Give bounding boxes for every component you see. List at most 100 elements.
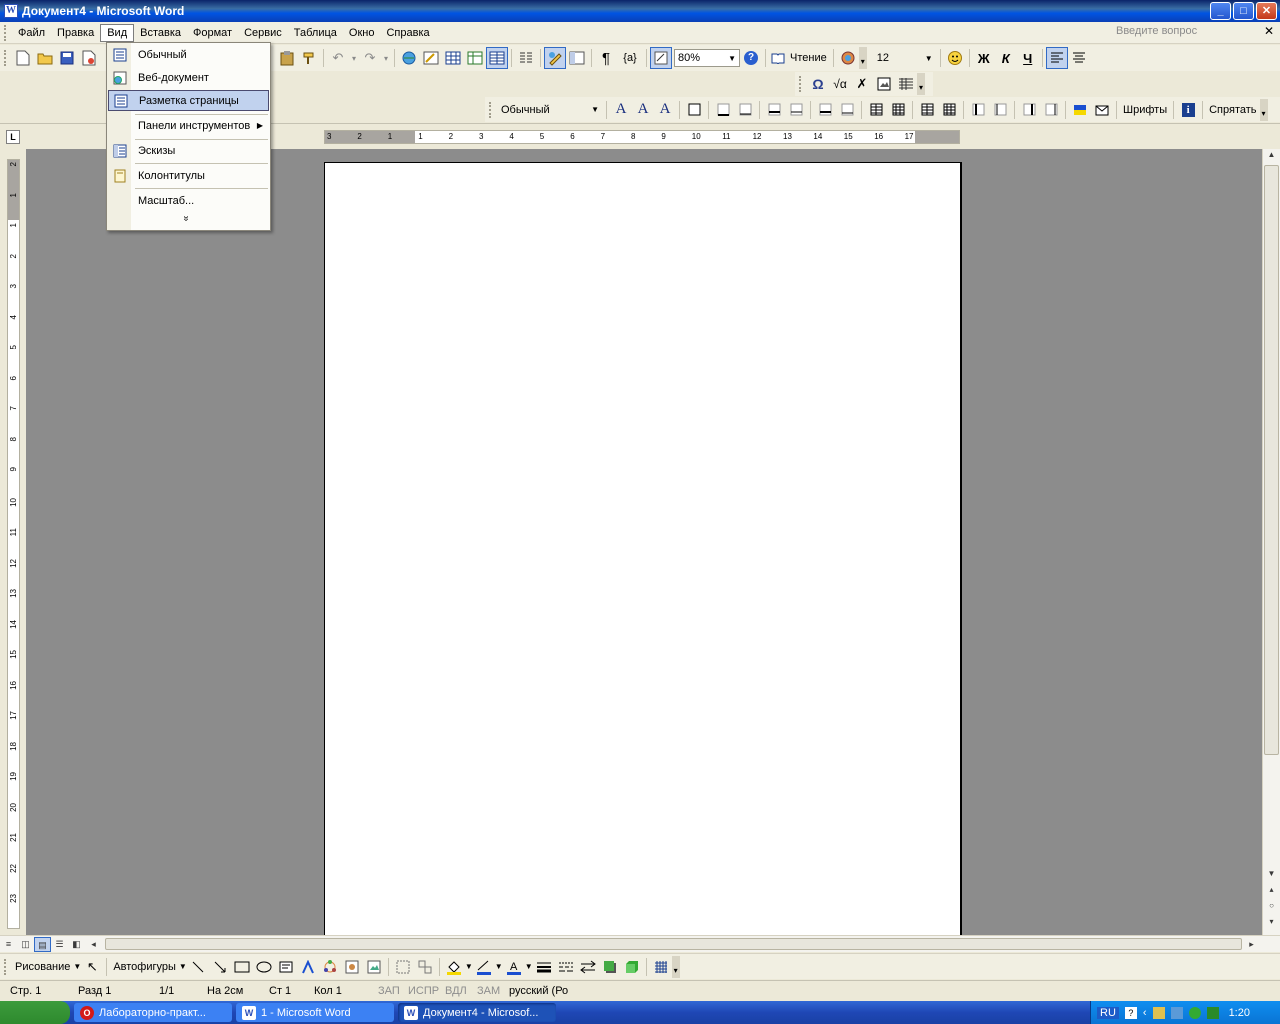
group-icon[interactable] (392, 956, 414, 978)
save-icon[interactable] (56, 47, 78, 69)
drawing-toggle-icon[interactable] (544, 47, 566, 69)
border-inside-h2-icon[interactable] (836, 99, 858, 121)
maximize-button[interactable]: □ (1233, 2, 1254, 20)
fill-color-icon[interactable] (443, 956, 465, 978)
ink-annotation-icon[interactable] (650, 47, 672, 69)
3d-style-icon[interactable] (621, 956, 643, 978)
insert-excel-icon[interactable] (464, 47, 486, 69)
envelope-icon[interactable] (1091, 99, 1113, 121)
insert-picture-icon[interactable] (363, 956, 385, 978)
paste-icon[interactable] (276, 47, 298, 69)
close-button[interactable]: ✕ (1256, 2, 1277, 20)
vertical-scroll-thumb[interactable] (1264, 165, 1279, 755)
close-document-icon[interactable]: ✕ (1264, 24, 1274, 38)
view-menu-item-thumbnails[interactable]: Эскизы (108, 140, 269, 161)
zoom-combo[interactable]: 80% ▼ (674, 49, 740, 67)
columns-layout-icon[interactable] (515, 47, 537, 69)
tab-selector-button[interactable]: L (6, 130, 20, 144)
align-left-icon[interactable] (1045, 47, 1068, 69)
scroll-down-icon[interactable]: ▼ (1265, 869, 1278, 882)
border-bottom-thin-icon[interactable] (734, 99, 756, 121)
border-bottom-icon[interactable] (712, 99, 734, 121)
drawing-menu-button[interactable]: Рисование (12, 961, 73, 973)
language-indicator[interactable]: RU (1097, 1006, 1119, 1019)
ask-question-input[interactable]: Введите вопрос (1116, 25, 1256, 41)
format-painter-icon[interactable] (298, 47, 320, 69)
text-box-icon[interactable] (275, 956, 297, 978)
dash-style-icon[interactable] (555, 956, 577, 978)
insert-table-icon[interactable] (442, 47, 464, 69)
line-style-icon[interactable] (533, 956, 555, 978)
scroll-right-icon[interactable]: ▸ (1243, 937, 1260, 952)
bold-button[interactable]: Ж (973, 47, 995, 69)
align-center-icon[interactable] (1068, 47, 1090, 69)
border-right-thin-icon[interactable] (1040, 99, 1062, 121)
minimize-button[interactable]: _ (1210, 2, 1231, 20)
autoshapes-menu-button[interactable]: Автофигуры (110, 961, 179, 973)
border-rows-icon[interactable] (916, 99, 938, 121)
view-menu-item-page-layout[interactable]: Разметка страницы (108, 90, 269, 111)
menu-insert[interactable]: Вставка (134, 25, 187, 41)
diagram-icon[interactable] (319, 956, 341, 978)
view-menu-item-normal[interactable]: Обычный (108, 44, 269, 65)
menu-edit[interactable]: Правка (51, 25, 100, 41)
network-tray-icon[interactable] (1152, 1006, 1165, 1019)
equation-sqrt-icon[interactable]: √α (829, 73, 851, 95)
open-folder-icon[interactable] (34, 47, 56, 69)
permission-icon[interactable] (78, 47, 100, 69)
superscript-icon[interactable]: A (632, 99, 654, 121)
border-top-icon[interactable] (763, 99, 785, 121)
smiley-icon[interactable] (944, 47, 966, 69)
status-track-changes[interactable]: ИСПР (408, 985, 439, 997)
hide-button[interactable]: Спрятать (1206, 104, 1259, 116)
clip-art-icon[interactable] (341, 956, 363, 978)
horizontal-scrollbar[interactable] (105, 938, 1242, 950)
select-objects-icon[interactable]: ↖ (81, 956, 103, 978)
menu-format[interactable]: Формат (187, 25, 238, 41)
oval-icon[interactable] (253, 956, 275, 978)
grid-lines-icon[interactable] (895, 73, 917, 95)
clock[interactable]: 1:20 (1229, 1007, 1250, 1019)
normal-view-icon[interactable]: ≡ (0, 937, 17, 952)
status-record-macro[interactable]: ЗАП (378, 985, 400, 997)
border-middle-icon[interactable] (785, 99, 807, 121)
ungroup-icon[interactable] (414, 956, 436, 978)
taskbar-item-opera[interactable]: O Лабораторно-практ... (74, 1003, 232, 1022)
previous-page-icon[interactable]: ▴ (1265, 885, 1278, 898)
show-formatting-icon[interactable]: ¶ (595, 47, 617, 69)
rectangle-icon[interactable] (231, 956, 253, 978)
print-layout-icon[interactable]: ▤ (34, 936, 51, 952)
select-browse-object-icon[interactable]: ○ (1265, 901, 1278, 914)
chevron-down-icon[interactable]: ▼ (525, 962, 533, 971)
subscript-icon[interactable]: A (654, 99, 676, 121)
redo-dropdown-icon[interactable]: ▾ (381, 47, 391, 69)
field-codes-icon[interactable]: {a} (617, 47, 643, 69)
menu-table[interactable]: Таблица (288, 25, 343, 41)
redo-icon[interactable]: ↷ (359, 47, 381, 69)
chevron-down-icon[interactable]: ▼ (591, 105, 599, 114)
border-grid-icon[interactable] (887, 99, 909, 121)
vertical-ruler[interactable]: 2 1 1 2 3 4 5 6 7 8 9 10 11 12 13 14 15 16 17 18 19 20 21 22 23 (7, 159, 20, 929)
border-left-icon[interactable] (967, 99, 989, 121)
document-map-icon[interactable] (566, 47, 588, 69)
fonts-button[interactable]: Шрифты (1120, 104, 1170, 116)
read-button-label[interactable]: Чтение (787, 52, 830, 64)
shadow-style-icon[interactable] (599, 956, 621, 978)
help-icon[interactable]: ? (740, 47, 762, 69)
sync-tray-icon[interactable] (1206, 1006, 1219, 1019)
status-overtype[interactable]: ЗАМ (477, 985, 500, 997)
border-inside-h-icon[interactable] (814, 99, 836, 121)
grow-font-icon[interactable]: A (610, 99, 632, 121)
line-color-icon[interactable] (473, 956, 495, 978)
word-app-icon[interactable]: W (4, 4, 18, 18)
style-combo[interactable]: Обычный ▼ (497, 100, 603, 119)
hyperlink-icon[interactable] (398, 47, 420, 69)
menu-window[interactable]: Окно (343, 25, 381, 41)
start-button[interactable] (0, 1001, 70, 1024)
taskbar-item-word-doc4[interactable]: W Документ4 - Microsof... (398, 1003, 556, 1022)
border-left-thin-icon[interactable] (989, 99, 1011, 121)
border-outside-icon[interactable] (683, 99, 705, 121)
arrow-style-icon[interactable] (577, 956, 599, 978)
research-icon[interactable] (837, 47, 859, 69)
toolbar-options-chevron[interactable]: ▾ (858, 47, 867, 69)
